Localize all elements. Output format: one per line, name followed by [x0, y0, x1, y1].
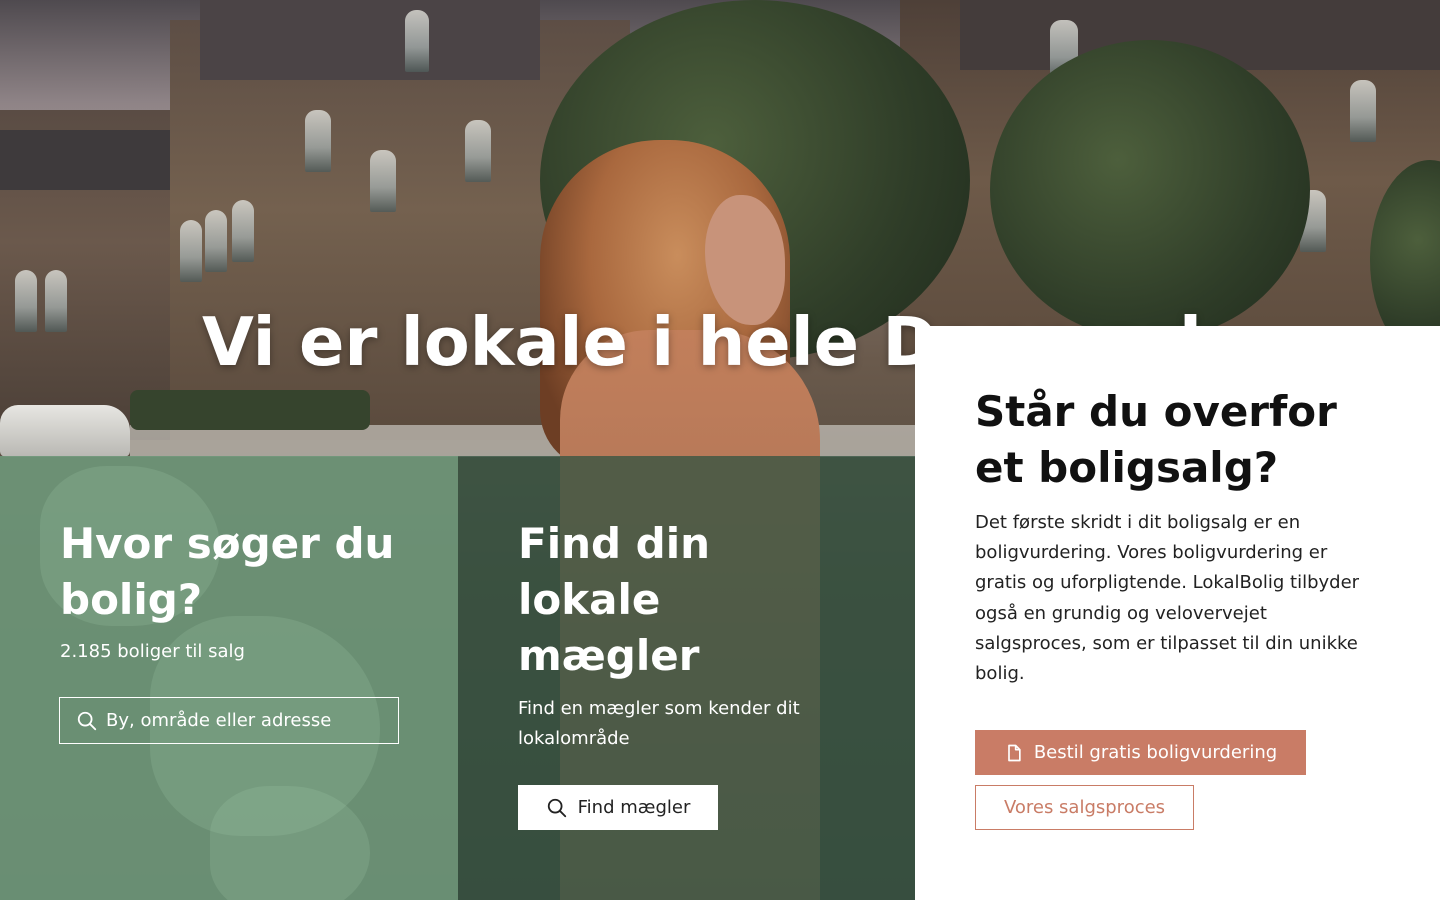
sales-process-button[interactable]: Vores salgsproces	[975, 785, 1194, 830]
find-agent-title: Find din lokale mægler	[518, 519, 711, 680]
hero-window	[45, 270, 67, 332]
hero-window	[465, 120, 491, 182]
search-panel: Hvor søger du bolig? 2.185 boliger til s…	[0, 456, 458, 900]
order-valuation-button-label: Bestil gratis boligvurdering	[1033, 742, 1278, 763]
hero-window	[180, 220, 202, 282]
hero-window	[1350, 80, 1376, 142]
location-search-placeholder: By, område eller adresse	[106, 710, 332, 731]
home-sale-panel: Står du overfor et boligsalg? Det første…	[915, 326, 1440, 900]
search-icon	[547, 798, 566, 817]
hero-roof-middle	[200, 0, 540, 80]
search-panel-title: Hvor søger du bolig?	[60, 519, 395, 624]
home-sale-title: Står du overfor et boligsalg?	[975, 387, 1337, 492]
hero-window	[15, 270, 37, 332]
hero-window	[205, 210, 227, 272]
hero-window	[370, 150, 396, 212]
find-agent-button[interactable]: Find mægler	[518, 785, 718, 830]
order-valuation-button[interactable]: Bestil gratis boligvurdering	[975, 730, 1306, 775]
document-icon	[1007, 744, 1021, 761]
listings-count: 2.185 boliger til salg	[60, 641, 245, 662]
find-agent-panel: Find din lokale mægler Find en mægler so…	[458, 456, 915, 900]
hero-car	[0, 405, 130, 457]
hero-tree	[990, 40, 1310, 340]
hero-window	[405, 10, 429, 72]
sales-process-button-label: Vores salgsproces	[1003, 797, 1166, 818]
search-icon	[77, 711, 97, 730]
hero-hedge	[130, 390, 370, 430]
home-sale-description: Det første skridt i dit boligsalg er en …	[975, 512, 1360, 685]
find-agent-subtitle: Find en mægler som kender dit lokalområd…	[518, 698, 800, 749]
hero-window	[232, 200, 254, 262]
find-agent-button-label: Find mægler	[577, 797, 691, 818]
hero-window	[305, 110, 331, 172]
location-search-input[interactable]: By, område eller adresse	[59, 697, 399, 744]
